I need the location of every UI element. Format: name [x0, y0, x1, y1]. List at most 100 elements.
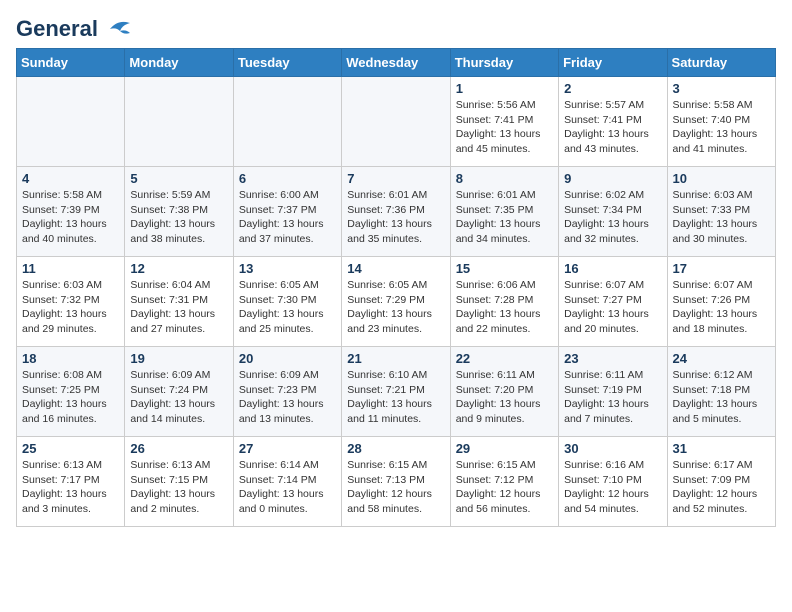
- calendar-cell: 19 Sunrise: 6:09 AM Sunset: 7:24 PM Dayli…: [125, 347, 233, 437]
- weekday-header-tuesday: Tuesday: [233, 49, 341, 77]
- day-info: Sunrise: 6:06 AM Sunset: 7:28 PM Dayligh…: [456, 278, 553, 337]
- calendar-cell: 26 Sunrise: 6:13 AM Sunset: 7:15 PM Dayli…: [125, 437, 233, 527]
- logo-general-text: General: [16, 16, 98, 42]
- calendar-cell: 25 Sunrise: 6:13 AM Sunset: 7:17 PM Dayli…: [17, 437, 125, 527]
- calendar-cell: [233, 77, 341, 167]
- weekday-header-monday: Monday: [125, 49, 233, 77]
- day-number: 25: [22, 441, 119, 456]
- day-number: 9: [564, 171, 661, 186]
- calendar-week-row: 4 Sunrise: 5:58 AM Sunset: 7:39 PM Daylig…: [17, 167, 776, 257]
- day-number: 12: [130, 261, 227, 276]
- day-info: Sunrise: 6:17 AM Sunset: 7:09 PM Dayligh…: [673, 458, 770, 517]
- logo-bird-icon: [102, 17, 134, 41]
- calendar-cell: 30Sunrise: 6:16 AM Sunset: 7:10 PM Dayli…: [559, 437, 667, 527]
- day-number: 11: [22, 261, 119, 276]
- day-number: 5: [130, 171, 227, 186]
- day-number: 4: [22, 171, 119, 186]
- day-number: 24: [673, 351, 770, 366]
- calendar-cell: 17 Sunrise: 6:07 AM Sunset: 7:26 PM Dayli…: [667, 257, 775, 347]
- calendar-week-row: 11Sunrise: 6:03 AM Sunset: 7:32 PM Dayli…: [17, 257, 776, 347]
- day-info: Sunrise: 6:15 AM Sunset: 7:13 PM Dayligh…: [347, 458, 444, 517]
- day-info: Sunrise: 6:09 AM Sunset: 7:24 PM Dayligh…: [130, 368, 227, 427]
- day-number: 10: [673, 171, 770, 186]
- day-info: Sunrise: 6:12 AM Sunset: 7:18 PM Dayligh…: [673, 368, 770, 427]
- day-number: 30: [564, 441, 661, 456]
- day-info: Sunrise: 6:03 AM Sunset: 7:33 PM Dayligh…: [673, 188, 770, 247]
- calendar-cell: [342, 77, 450, 167]
- day-number: 16: [564, 261, 661, 276]
- calendar-cell: 31 Sunrise: 6:17 AM Sunset: 7:09 PM Dayli…: [667, 437, 775, 527]
- day-number: 15: [456, 261, 553, 276]
- day-number: 29: [456, 441, 553, 456]
- day-info: Sunrise: 6:08 AM Sunset: 7:25 PM Dayligh…: [22, 368, 119, 427]
- day-number: 7: [347, 171, 444, 186]
- day-number: 2: [564, 81, 661, 96]
- calendar-cell: 8 Sunrise: 6:01 AM Sunset: 7:35 PM Daylig…: [450, 167, 558, 257]
- calendar-cell: 4 Sunrise: 5:58 AM Sunset: 7:39 PM Daylig…: [17, 167, 125, 257]
- day-number: 17: [673, 261, 770, 276]
- logo: General: [16, 16, 134, 38]
- day-info: Sunrise: 6:05 AM Sunset: 7:29 PM Dayligh…: [347, 278, 444, 337]
- day-info: Sunrise: 5:59 AM Sunset: 7:38 PM Dayligh…: [130, 188, 227, 247]
- day-number: 19: [130, 351, 227, 366]
- day-info: Sunrise: 6:13 AM Sunset: 7:15 PM Dayligh…: [130, 458, 227, 517]
- calendar-cell: 29 Sunrise: 6:15 AM Sunset: 7:12 PM Dayli…: [450, 437, 558, 527]
- page-header: General: [16, 16, 776, 38]
- weekday-header-thursday: Thursday: [450, 49, 558, 77]
- calendar-cell: 1 Sunrise: 5:56 AM Sunset: 7:41 PM Daylig…: [450, 77, 558, 167]
- day-number: 6: [239, 171, 336, 186]
- day-number: 20: [239, 351, 336, 366]
- calendar-cell: 13Sunrise: 6:05 AM Sunset: 7:30 PM Dayli…: [233, 257, 341, 347]
- calendar-cell: 21Sunrise: 6:10 AM Sunset: 7:21 PM Dayli…: [342, 347, 450, 437]
- calendar-cell: 22 Sunrise: 6:11 AM Sunset: 7:20 PM Dayli…: [450, 347, 558, 437]
- day-number: 22: [456, 351, 553, 366]
- day-info: Sunrise: 6:11 AM Sunset: 7:20 PM Dayligh…: [456, 368, 553, 427]
- calendar-week-row: 25 Sunrise: 6:13 AM Sunset: 7:17 PM Dayli…: [17, 437, 776, 527]
- day-info: Sunrise: 6:15 AM Sunset: 7:12 PM Dayligh…: [456, 458, 553, 517]
- day-info: Sunrise: 6:13 AM Sunset: 7:17 PM Dayligh…: [22, 458, 119, 517]
- calendar-header-row: SundayMondayTuesdayWednesdayThursdayFrid…: [17, 49, 776, 77]
- day-info: Sunrise: 5:56 AM Sunset: 7:41 PM Dayligh…: [456, 98, 553, 157]
- calendar-cell: 24 Sunrise: 6:12 AM Sunset: 7:18 PM Dayli…: [667, 347, 775, 437]
- day-number: 28: [347, 441, 444, 456]
- weekday-header-sunday: Sunday: [17, 49, 125, 77]
- day-number: 13: [239, 261, 336, 276]
- calendar-cell: 20 Sunrise: 6:09 AM Sunset: 7:23 PM Dayli…: [233, 347, 341, 437]
- day-info: Sunrise: 5:58 AM Sunset: 7:39 PM Dayligh…: [22, 188, 119, 247]
- calendar-cell: 7Sunrise: 6:01 AM Sunset: 7:36 PM Daylig…: [342, 167, 450, 257]
- day-info: Sunrise: 6:14 AM Sunset: 7:14 PM Dayligh…: [239, 458, 336, 517]
- day-number: 23: [564, 351, 661, 366]
- day-number: 14: [347, 261, 444, 276]
- day-info: Sunrise: 6:07 AM Sunset: 7:27 PM Dayligh…: [564, 278, 661, 337]
- calendar-cell: 15 Sunrise: 6:06 AM Sunset: 7:28 PM Dayli…: [450, 257, 558, 347]
- day-number: 3: [673, 81, 770, 96]
- day-info: Sunrise: 6:11 AM Sunset: 7:19 PM Dayligh…: [564, 368, 661, 427]
- weekday-header-friday: Friday: [559, 49, 667, 77]
- calendar-cell: 5 Sunrise: 5:59 AM Sunset: 7:38 PM Daylig…: [125, 167, 233, 257]
- calendar-cell: 11Sunrise: 6:03 AM Sunset: 7:32 PM Dayli…: [17, 257, 125, 347]
- day-info: Sunrise: 6:01 AM Sunset: 7:35 PM Dayligh…: [456, 188, 553, 247]
- weekday-header-wednesday: Wednesday: [342, 49, 450, 77]
- calendar-cell: 14 Sunrise: 6:05 AM Sunset: 7:29 PM Dayli…: [342, 257, 450, 347]
- calendar-cell: 6 Sunrise: 6:00 AM Sunset: 7:37 PM Daylig…: [233, 167, 341, 257]
- day-info: Sunrise: 6:02 AM Sunset: 7:34 PM Dayligh…: [564, 188, 661, 247]
- calendar-cell: 28 Sunrise: 6:15 AM Sunset: 7:13 PM Dayli…: [342, 437, 450, 527]
- day-number: 8: [456, 171, 553, 186]
- calendar-cell: 9 Sunrise: 6:02 AM Sunset: 7:34 PM Daylig…: [559, 167, 667, 257]
- day-number: 27: [239, 441, 336, 456]
- day-info: Sunrise: 6:09 AM Sunset: 7:23 PM Dayligh…: [239, 368, 336, 427]
- weekday-header-saturday: Saturday: [667, 49, 775, 77]
- calendar-cell: [17, 77, 125, 167]
- day-number: 26: [130, 441, 227, 456]
- calendar-cell: 27 Sunrise: 6:14 AM Sunset: 7:14 PM Dayli…: [233, 437, 341, 527]
- day-info: Sunrise: 6:00 AM Sunset: 7:37 PM Dayligh…: [239, 188, 336, 247]
- calendar-cell: 3 Sunrise: 5:58 AM Sunset: 7:40 PM Daylig…: [667, 77, 775, 167]
- day-info: Sunrise: 5:58 AM Sunset: 7:40 PM Dayligh…: [673, 98, 770, 157]
- calendar-cell: [125, 77, 233, 167]
- calendar-week-row: 18Sunrise: 6:08 AM Sunset: 7:25 PM Dayli…: [17, 347, 776, 437]
- day-info: Sunrise: 6:07 AM Sunset: 7:26 PM Dayligh…: [673, 278, 770, 337]
- day-info: Sunrise: 5:57 AM Sunset: 7:41 PM Dayligh…: [564, 98, 661, 157]
- calendar-table: SundayMondayTuesdayWednesdayThursdayFrid…: [16, 48, 776, 527]
- day-number: 1: [456, 81, 553, 96]
- day-number: 31: [673, 441, 770, 456]
